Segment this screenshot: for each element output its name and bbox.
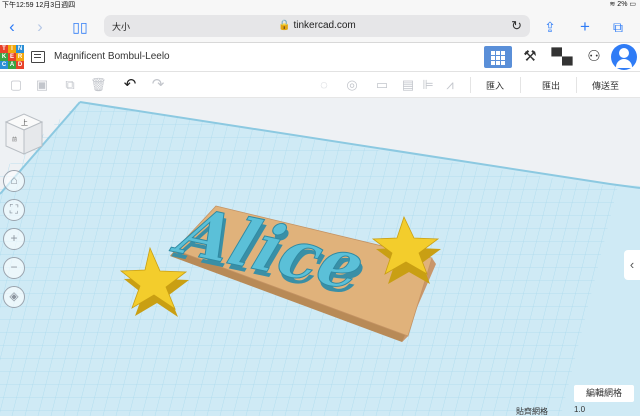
bookmarks-icon[interactable]: ▯▯: [70, 17, 90, 37]
address-bar[interactable]: 大小 🔒 tinkercad.com ↻: [104, 15, 530, 37]
battery-icon: ▭: [629, 1, 636, 8]
export-button[interactable]: 匯出: [542, 79, 560, 92]
logo-tile: E: [8, 53, 16, 61]
copy-icon[interactable]: ▢: [8, 77, 24, 93]
mirror-icon[interactable]: ⩘: [442, 77, 458, 93]
fit-all-icon: ⛶: [9, 202, 19, 216]
bricks-icon[interactable]: ▀▄: [548, 46, 576, 68]
home-view-button[interactable]: ⌂: [3, 170, 25, 192]
pickaxe-icon[interactable]: ⚒: [516, 46, 544, 68]
viewcube-top-label: 上: [21, 118, 28, 127]
viewcube-front-label: 前: [12, 136, 17, 143]
url-text: 🔒 tinkercad.com: [278, 20, 356, 31]
home-icon: ⌂: [10, 173, 18, 187]
shapes-panel-toggle[interactable]: ‹: [624, 250, 640, 280]
add-user-icon[interactable]: ⚇: [580, 46, 608, 68]
design-title[interactable]: Magnificent Bombul-Leelo: [54, 51, 170, 62]
status-bar: 下午12:59 12月3日週四 ≋ 2% ▭: [0, 0, 640, 9]
plus-icon: +: [10, 231, 18, 245]
fit-view-button[interactable]: ⛶: [3, 199, 25, 221]
3d-view-button[interactable]: [484, 46, 512, 68]
zoom-out-button[interactable]: −: [3, 257, 25, 279]
app-header: TINKERCAD Magnificent Bombul-Leelo ⚒ ▀▄ …: [0, 43, 640, 72]
view-cube[interactable]: 上 前: [0, 110, 46, 160]
tabs-icon[interactable]: ⧉: [608, 17, 628, 37]
logo-tile: N: [16, 45, 24, 53]
snap-grid-value[interactable]: 1.0: [574, 405, 585, 414]
battery-indicator: ≋ 2% ▭: [609, 1, 636, 8]
workplane-scene[interactable]: Alice Alice: [0, 98, 640, 416]
logo-tile: C: [0, 61, 8, 69]
note-icon[interactable]: ◌: [316, 77, 332, 93]
wifi-icon: ≋: [609, 1, 616, 8]
send-to-button[interactable]: 傳送至: [592, 79, 619, 92]
perspective-button[interactable]: ◈: [3, 286, 25, 308]
align-icon[interactable]: ⊫: [420, 77, 436, 93]
group-icon[interactable]: ▭: [374, 77, 390, 93]
toolbar-divider: [520, 77, 521, 93]
reload-icon[interactable]: ↻: [511, 18, 522, 34]
ungroup-icon[interactable]: ▤: [400, 77, 416, 93]
minus-icon: −: [10, 260, 18, 274]
design-list-icon[interactable]: [31, 51, 45, 63]
paste-icon[interactable]: ▣: [34, 77, 50, 93]
browser-toolbar: ‹ › ▯▯ 大小 🔒 tinkercad.com ↻ ⇪ + ⧉: [0, 9, 640, 43]
toolbar-divider: [576, 77, 577, 93]
snap-grid-label: 貼齊網格: [516, 407, 548, 416]
toolbar-divider: [470, 77, 471, 93]
tinkercad-logo[interactable]: TINKERCAD: [0, 45, 24, 69]
logo-tile: K: [0, 53, 8, 61]
cube-perspective-icon: ◈: [9, 289, 19, 303]
back-icon[interactable]: ‹: [2, 17, 22, 37]
share-icon[interactable]: ⇪: [540, 17, 560, 37]
view-toggle-icon[interactable]: ◎: [344, 77, 360, 93]
undo-icon[interactable]: ↶: [122, 77, 138, 93]
forward-icon[interactable]: ›: [30, 17, 50, 37]
logo-tile: I: [8, 45, 16, 53]
duplicate-icon[interactable]: ⧉: [62, 77, 78, 93]
import-button[interactable]: 匯入: [486, 79, 504, 92]
logo-tile: A: [8, 61, 16, 69]
edit-toolbar: ▢ ▣ ⧉ 🗑 ↶ ↷ ◌ ◎ ▭ ▤ ⊫ ⩘ 匯入 匯出 傳送至: [0, 72, 640, 98]
chevron-left-icon: ‹: [629, 257, 635, 272]
redo-icon[interactable]: ↷: [150, 77, 166, 93]
avatar[interactable]: [611, 44, 637, 70]
workplane-canvas[interactable]: Alice Alice 上 前 ⌂ ⛶ + − ◈: [0, 98, 640, 416]
zoom-in-button[interactable]: +: [3, 228, 25, 250]
logo-tile: T: [0, 45, 8, 53]
new-tab-icon[interactable]: +: [575, 17, 595, 37]
logo-tile: R: [16, 53, 24, 61]
delete-icon[interactable]: 🗑: [90, 77, 107, 93]
logo-tile: D: [16, 61, 24, 69]
edit-grid-button[interactable]: 編輯網格: [574, 385, 634, 402]
